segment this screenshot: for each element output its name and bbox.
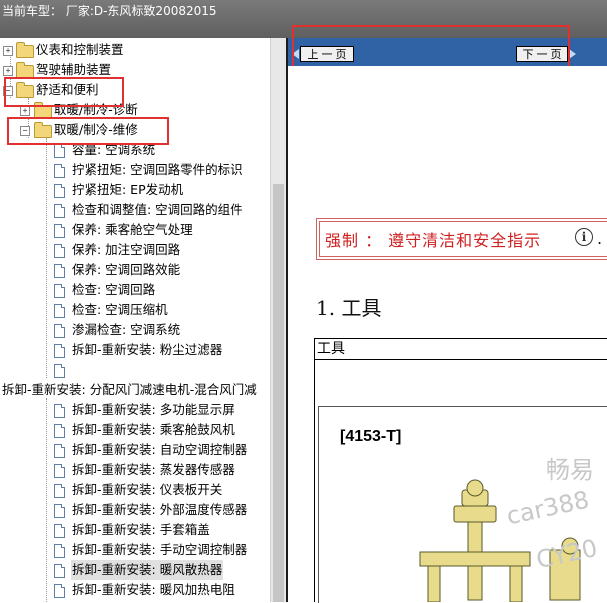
document-icon (54, 304, 65, 318)
tree-doc-label: 拆卸-重新安装: 乘客舱鼓风机 (72, 422, 235, 437)
document-icon (54, 344, 65, 358)
tree-doc-label: 拆卸-重新安装: 手动空调控制器 (72, 542, 248, 557)
section-heading: 1. 工具 (316, 296, 382, 320)
next-arrow-icon[interactable] (569, 49, 576, 59)
tree-doc-label: 保养: 乘客舱空气处理 (72, 222, 193, 237)
expand-icon[interactable]: + (3, 46, 13, 56)
document-icon (54, 464, 65, 478)
tree-doc-label: 拆卸-重新安装: 外部温度传感器 (72, 502, 248, 517)
document-icon (54, 544, 65, 558)
tree-doc-label: 拆卸-重新安装: 粉尘过滤器 (72, 342, 223, 357)
warning-box: 强制 ： 遵守清洁和安全指示 i . (316, 218, 607, 260)
document-icon (54, 424, 65, 438)
document-icon (54, 224, 65, 238)
tool-id: [4153-T] (340, 428, 402, 445)
tree-doc-label: 检查: 空调压缩机 (72, 302, 168, 317)
tree-doc-label: 拆卸-重新安装: 暖风加热电阻 (72, 582, 235, 597)
document-icon (54, 404, 65, 418)
tool-leg (427, 565, 441, 602)
tree-doc-label: 检查: 空调回路 (72, 282, 156, 297)
tree-doc-label: 拆卸-重新安装: 多功能显示屏 (72, 402, 235, 417)
highlight-box (7, 117, 169, 145)
tree-guide (46, 398, 47, 602)
tool-bar (419, 551, 531, 567)
expand-icon[interactable]: + (20, 106, 30, 116)
table-header: 工具 (314, 338, 607, 360)
info-icon: i (575, 228, 593, 246)
document-icon (54, 144, 65, 158)
highlight-box (4, 77, 124, 107)
tree-doc-label: 拆卸-重新安装: 自动空调控制器 (72, 442, 248, 457)
tree-scrollbar[interactable] (270, 38, 287, 602)
tree-item-label: 仪表和控制装置 (36, 42, 124, 57)
document-icon (54, 204, 65, 218)
tree-doc-label: 检查和调整值: 空调回路的组件 (72, 202, 243, 217)
tree-doc-label: 保养: 空调回路效能 (72, 262, 181, 277)
warning-tail: . (597, 229, 603, 248)
tool-leg (509, 565, 523, 602)
tree-doc-label: 保养: 加注空调回路 (72, 242, 181, 257)
document-icon (54, 564, 65, 578)
document-icon (54, 244, 65, 258)
document-icon (54, 164, 65, 178)
document-icon (54, 184, 65, 198)
tree-doc-label: 拆卸-重新安装: 仪表板开关 (72, 482, 223, 497)
document-icon (54, 444, 65, 458)
document-icon (54, 584, 65, 598)
scrollbar-thumb[interactable] (273, 184, 284, 602)
vehicle-title: 当前车型： 厂家:D-东风标致20082015 (2, 4, 217, 18)
tree-doc-label: 拧紧扭矩: EP发动机 (72, 182, 184, 197)
tree-doc-label: 渗漏检查: 空调系统 (72, 322, 181, 337)
document-icon (54, 484, 65, 498)
tree-doc-label: 拆卸-重新安装: 手套箱盖 (72, 522, 210, 537)
document-icon (54, 324, 65, 338)
folder-icon (16, 42, 34, 58)
document-icon (54, 264, 65, 278)
warning-text: 强制 ： 遵守清洁和安全指示 (325, 231, 542, 250)
tree-doc-label: 拆卸-重新安装: 暖风散热器 (71, 560, 224, 580)
tree-guide (46, 138, 47, 378)
document-icon (54, 504, 65, 518)
watermark: 畅易 (546, 456, 594, 484)
tool-knob (453, 505, 497, 523)
document-icon (54, 284, 65, 298)
document-icon (54, 524, 65, 538)
tree-doc-label: 拧紧扭矩: 空调回路零件的标识 (72, 162, 243, 177)
tool-cap (466, 479, 484, 497)
document-icon (54, 364, 65, 378)
tree-doc-label: 拆卸-重新安装: 蒸发器传感器 (72, 462, 235, 477)
expand-icon[interactable]: + (3, 66, 13, 76)
tree-doc-label: 拆卸-重新安装: 分配风门减速电机-混合风门减 (2, 382, 257, 397)
